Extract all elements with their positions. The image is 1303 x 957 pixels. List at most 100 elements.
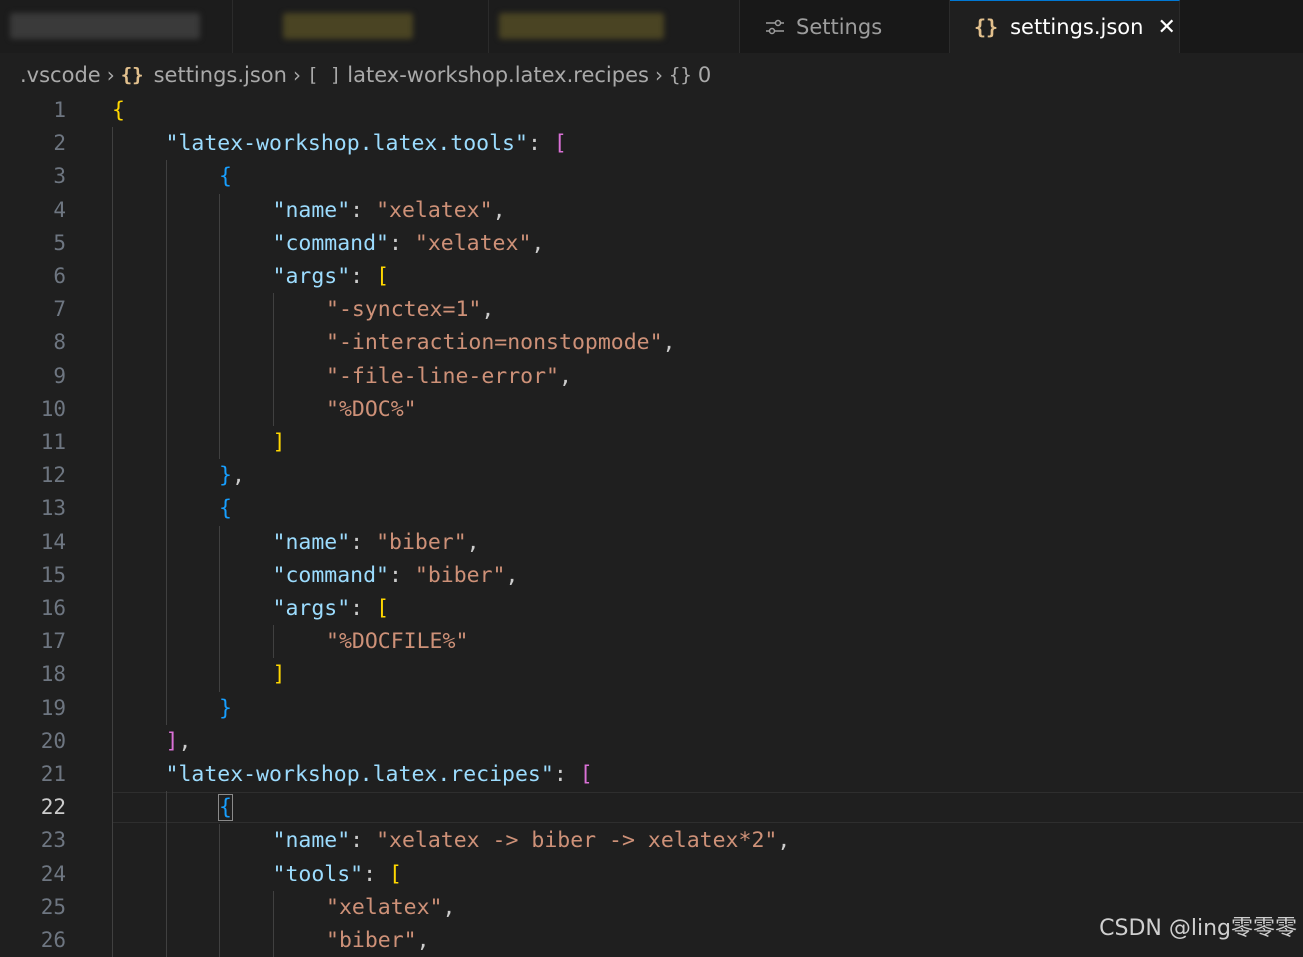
indent-guide: [273, 393, 274, 426]
code-token: {: [219, 164, 232, 189]
code-line[interactable]: 1{: [0, 94, 1303, 127]
line-number: 8: [0, 326, 66, 359]
code-line[interactable]: 5"command": "xelatex",: [0, 227, 1303, 260]
tab-settings-json[interactable]: {} settings.json ✕: [950, 0, 1180, 53]
code-text: "-synctex=1",: [326, 293, 494, 326]
json-braces-icon: {}: [121, 64, 144, 86]
code-line[interactable]: 13 {: [0, 492, 1303, 525]
blurred-tab-content: [283, 13, 413, 39]
indent-guide: [166, 526, 167, 559]
code-editor[interactable]: 1{2"latex-workshop.latex.tools": [3{4"na…: [0, 94, 1303, 950]
code-token: {: [219, 496, 232, 521]
indent-guide: [166, 559, 167, 592]
line-number: 6: [0, 260, 66, 293]
code-token: "latex-workshop.latex.tools": [166, 131, 528, 156]
code-line[interactable]: 10 "%DOC%": [0, 393, 1303, 426]
line-number: 13: [0, 492, 66, 525]
breadcrumb-item-index[interactable]: 0: [698, 63, 711, 87]
indent-guide: [166, 293, 167, 326]
indent-guide: [112, 758, 113, 791]
code-line[interactable]: 9"-file-line-error",: [0, 360, 1303, 393]
code-line[interactable]: 2"latex-workshop.latex.tools": [: [0, 127, 1303, 160]
code-token: [: [554, 131, 567, 156]
line-number: 11: [0, 426, 66, 459]
code-text: "%DOC%": [326, 393, 417, 426]
code-token: ,: [178, 729, 191, 754]
code-token: "args": [273, 596, 351, 621]
code-token: "-interaction=nonstopmode": [326, 330, 663, 355]
code-token: "biber": [376, 530, 467, 555]
indent-guide: [112, 692, 113, 725]
code-line[interactable]: 16"args": [: [0, 592, 1303, 625]
indent-guide: [112, 393, 113, 426]
tab-blurred-3[interactable]: [489, 0, 740, 53]
tab-settings-json-label: settings.json: [1010, 15, 1143, 39]
code-line[interactable]: 19}: [0, 692, 1303, 725]
line-number: 10: [0, 393, 66, 426]
code-line[interactable]: 20],: [0, 725, 1303, 758]
breadcrumb-item-file[interactable]: settings.json: [154, 63, 287, 87]
code-text: {: [219, 160, 232, 193]
line-number: 12: [0, 459, 66, 492]
line-number: 24: [0, 858, 66, 891]
code-text: {: [112, 94, 125, 127]
code-line[interactable]: 21"latex-workshop.latex.recipes": [: [0, 758, 1303, 791]
code-token: "name": [273, 828, 351, 853]
code-line[interactable]: 17"%DOCFILE%": [0, 625, 1303, 658]
code-token: :: [350, 530, 376, 555]
code-line[interactable]: 7"-synctex=1",: [0, 293, 1303, 326]
indent-guide: [112, 592, 113, 625]
code-line[interactable]: 12},: [0, 459, 1303, 492]
indent-guide: [112, 559, 113, 592]
code-token: ,: [481, 297, 494, 322]
code-token: :: [350, 596, 376, 621]
code-text: "command": "biber",: [273, 559, 519, 592]
code-line[interactable]: 4"name": "xelatex",: [0, 194, 1303, 227]
indent-guide: [219, 293, 220, 326]
code-line[interactable]: 6"args": [: [0, 260, 1303, 293]
code-token: }: [219, 696, 232, 721]
code-line[interactable]: 11]: [0, 426, 1303, 459]
code-line[interactable]: 22{: [0, 791, 1303, 824]
line-number: 18: [0, 658, 66, 691]
code-token: ,: [467, 530, 480, 555]
indent-guide: [112, 791, 113, 824]
code-token: ,: [443, 895, 456, 920]
indent-guide: [219, 592, 220, 625]
code-text: "xelatex",: [326, 891, 455, 924]
close-icon[interactable]: ✕: [1157, 15, 1175, 40]
breadcrumb-item-recipes[interactable]: latex-workshop.latex.recipes: [347, 63, 649, 87]
code-token: ,: [559, 364, 572, 389]
indent-guide: [112, 492, 113, 525]
line-number: 19: [0, 692, 66, 725]
json-braces-icon: {}: [974, 15, 998, 39]
code-line[interactable]: 3{: [0, 160, 1303, 193]
tab-blurred-1[interactable]: [0, 0, 233, 53]
tab-settings[interactable]: Settings: [740, 0, 950, 53]
code-text: "-file-line-error",: [326, 360, 572, 393]
indent-guide: [166, 692, 167, 725]
code-line[interactable]: 24 "tools": [: [0, 858, 1303, 891]
indent-guide: [219, 924, 220, 957]
code-line[interactable]: 8 "-interaction=nonstopmode",: [0, 326, 1303, 359]
code-text: {: [219, 791, 232, 824]
code-line[interactable]: 23"name": "xelatex -> biber -> xelatex*2…: [0, 824, 1303, 857]
code-text: "tools": [: [273, 858, 402, 891]
code-text: "%DOCFILE%": [326, 625, 468, 658]
breadcrumb-item-folder[interactable]: .vscode: [20, 63, 101, 87]
indent-guide: [112, 824, 113, 857]
chevron-right-icon: ›: [293, 63, 301, 87]
code-line[interactable]: 14"name": "biber",: [0, 526, 1303, 559]
tab-blurred-2[interactable]: [233, 0, 489, 53]
code-text: ]: [273, 426, 286, 459]
indent-guide: [112, 625, 113, 658]
indent-guide: [112, 227, 113, 260]
code-text: "biber",: [326, 924, 430, 957]
code-line[interactable]: 15"command": "biber",: [0, 559, 1303, 592]
indent-guide: [273, 924, 274, 957]
indent-guide: [166, 360, 167, 393]
code-line[interactable]: 18]: [0, 658, 1303, 691]
indent-guide: [166, 260, 167, 293]
code-token: ,: [663, 330, 676, 355]
indent-guide: [219, 559, 220, 592]
